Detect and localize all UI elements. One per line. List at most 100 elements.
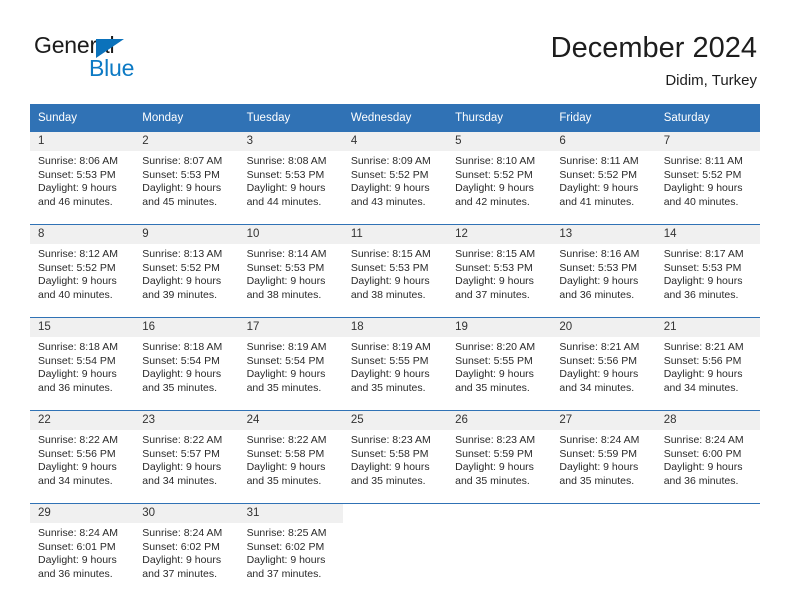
day-details: Sunrise: 8:22 AM Sunset: 5:56 PM Daylight:… [30, 430, 134, 488]
calendar-week-row: 22 Sunrise: 8:22 AM Sunset: 5:56 PM Dayligh… [30, 410, 760, 504]
daylight-text-line2: and 41 minutes. [559, 195, 635, 208]
daylight-text-line2: and 35 minutes. [455, 381, 530, 394]
calendar-day-cell[interactable]: 7 Sunrise: 8:11 AM Sunset: 5:52 PM Daylight… [655, 132, 760, 225]
calendar-day-cell[interactable]: 27 Sunrise: 8:24 AM Sunset: 5:59 PM Dayligh… [551, 410, 656, 504]
calendar-day-cell[interactable]: 23 Sunrise: 8:22 AM Sunset: 5:57 PM Dayligh… [134, 410, 239, 504]
calendar-day-cell[interactable]: 6 Sunrise: 8:11 AM Sunset: 5:52 PM Daylight… [551, 132, 656, 225]
calendar-day-cell[interactable]: 25 Sunrise: 8:23 AM Sunset: 5:58 PM Dayligh… [342, 410, 448, 504]
calendar-day-cell[interactable]: 11 Sunrise: 8:15 AM Sunset: 5:53 PM Dayligh… [342, 224, 448, 318]
calendar-day-cell[interactable]: 14 Sunrise: 8:17 AM Sunset: 5:53 PM Dayligh… [655, 224, 760, 318]
calendar-day-cell[interactable]: 19 Sunrise: 8:20 AM Sunset: 5:55 PM Dayligh… [447, 317, 552, 411]
sunset-text: Sunset: 5:59 PM [455, 447, 533, 460]
daylight-text-line1: Daylight: 9 hours [38, 182, 117, 195]
calendar-day-cell[interactable]: 18 Sunrise: 8:19 AM Sunset: 5:55 PM Dayligh… [342, 317, 448, 411]
sunrise-text: Sunrise: 8:24 AM [38, 527, 118, 539]
daylight-text-line1: Daylight: 9 hours [663, 461, 743, 474]
calendar-day-cell[interactable]: 20 Sunrise: 8:21 AM Sunset: 5:56 PM Dayligh… [551, 317, 656, 411]
calendar-day-cell[interactable]: 17 Sunrise: 8:19 AM Sunset: 5:54 PM Dayligh… [238, 317, 343, 411]
sunrise-text: Sunrise: 8:11 AM [559, 155, 639, 167]
day-number: 2 [134, 132, 239, 151]
day-number: 24 [238, 411, 343, 430]
day-number: 6 [551, 132, 656, 151]
daylight-text-line1: Daylight: 9 hours [455, 182, 534, 195]
weekday-header-friday: Friday [551, 104, 656, 132]
daylight-text-line2: and 35 minutes. [246, 381, 322, 394]
daylight-text-line1: Daylight: 9 hours [246, 368, 326, 381]
daylight-text-line1: Daylight: 9 hours [350, 275, 430, 288]
daylight-text-line2: and 35 minutes. [350, 474, 426, 487]
calendar-day-cell[interactable]: 4 Sunrise: 8:09 AM Sunset: 5:52 PM Daylight… [342, 132, 448, 225]
day-details: Sunrise: 8:11 AM Sunset: 5:52 PM Daylight:… [551, 151, 655, 209]
daylight-text-line1: Daylight: 9 hours [663, 182, 743, 195]
daylight-text-line2: and 42 minutes. [455, 195, 530, 208]
daylight-text-line1: Daylight: 9 hours [246, 275, 326, 288]
day-details: Sunrise: 8:24 AM Sunset: 5:59 PM Daylight:… [551, 430, 655, 488]
sunrise-text: Sunrise: 8:25 AM [246, 527, 327, 539]
weekday-header-thursday: Thursday [447, 104, 552, 132]
title-block: December 2024 Didim, Turkey [551, 30, 757, 91]
sunrise-text: Sunrise: 8:22 AM [142, 434, 223, 446]
calendar-day-cell[interactable]: 28 Sunrise: 8:24 AM Sunset: 6:00 PM Dayligh… [655, 410, 760, 504]
daylight-text-line2: and 34 minutes. [38, 474, 113, 487]
sunset-text: Sunset: 5:52 PM [455, 168, 533, 181]
calendar-day-cell[interactable]: 31 Sunrise: 8:25 AM Sunset: 6:02 PM Dayligh… [238, 503, 343, 596]
sunset-text: Sunset: 5:53 PM [246, 168, 325, 181]
calendar-day-cell[interactable]: 1 Sunrise: 8:06 AM Sunset: 5:53 PM Daylight… [30, 132, 135, 225]
day-details: Sunrise: 8:21 AM Sunset: 5:56 PM Daylight:… [551, 337, 655, 395]
calendar-day-cell[interactable]: 30 Sunrise: 8:24 AM Sunset: 6:02 PM Dayligh… [134, 503, 239, 596]
calendar-day-cell[interactable]: 15 Sunrise: 8:18 AM Sunset: 5:54 PM Dayligh… [30, 317, 135, 411]
day-number [342, 504, 448, 523]
sunrise-text: Sunrise: 8:22 AM [38, 434, 118, 446]
calendar-week-row: 1 Sunrise: 8:06 AM Sunset: 5:53 PM Daylight… [30, 132, 760, 225]
day-number: 8 [30, 225, 135, 244]
weekday-header-saturday: Saturday [655, 104, 760, 132]
daylight-text-line2: and 34 minutes. [559, 381, 635, 394]
calendar-day-cell[interactable]: 13 Sunrise: 8:16 AM Sunset: 5:53 PM Dayligh… [551, 224, 656, 318]
day-details: Sunrise: 8:19 AM Sunset: 5:55 PM Daylight:… [343, 337, 447, 395]
sunrise-text: Sunrise: 8:21 AM [663, 341, 744, 353]
calendar-day-cell[interactable]: 24 Sunrise: 8:22 AM Sunset: 5:58 PM Dayligh… [238, 410, 343, 504]
calendar-day-cell[interactable]: 5 Sunrise: 8:10 AM Sunset: 5:52 PM Daylight… [447, 132, 552, 225]
calendar-day-cell[interactable]: 12 Sunrise: 8:15 AM Sunset: 5:53 PM Dayligh… [447, 224, 552, 318]
sunrise-text: Sunrise: 8:13 AM [142, 248, 223, 260]
daylight-text-line1: Daylight: 9 hours [663, 368, 743, 381]
sunrise-text: Sunrise: 8:07 AM [142, 155, 223, 167]
sunrise-text: Sunrise: 8:24 AM [663, 434, 744, 446]
day-number: 30 [134, 504, 239, 523]
calendar-day-cell[interactable]: 10 Sunrise: 8:14 AM Sunset: 5:53 PM Dayligh… [238, 224, 343, 318]
calendar-day-cell[interactable]: 29 Sunrise: 8:24 AM Sunset: 6:01 PM Dayligh… [30, 503, 135, 596]
day-number: 17 [238, 318, 343, 337]
day-details: Sunrise: 8:15 AM Sunset: 5:53 PM Daylight:… [343, 244, 447, 302]
calendar-day-cell[interactable]: 26 Sunrise: 8:23 AM Sunset: 5:59 PM Dayligh… [447, 410, 552, 504]
sunset-text: Sunset: 5:54 PM [142, 354, 220, 367]
daylight-text-line2: and 35 minutes. [350, 381, 426, 394]
calendar-day-cell[interactable]: 2 Sunrise: 8:07 AM Sunset: 5:53 PM Daylight… [134, 132, 239, 225]
daylight-text-line1: Daylight: 9 hours [350, 182, 430, 195]
day-details: Sunrise: 8:23 AM Sunset: 5:59 PM Daylight:… [447, 430, 551, 488]
daylight-text-line1: Daylight: 9 hours [559, 275, 639, 288]
calendar-day-cell[interactable]: 9 Sunrise: 8:13 AM Sunset: 5:52 PM Daylight… [134, 224, 239, 318]
sunrise-text: Sunrise: 8:19 AM [350, 341, 431, 353]
calendar-day-cell[interactable]: 3 Sunrise: 8:08 AM Sunset: 5:53 PM Daylight… [238, 132, 343, 225]
day-number: 15 [30, 318, 135, 337]
day-details: Sunrise: 8:24 AM Sunset: 6:02 PM Daylight:… [134, 523, 238, 581]
day-number: 27 [551, 411, 656, 430]
calendar-day-cell[interactable]: 21 Sunrise: 8:21 AM Sunset: 5:56 PM Dayligh… [655, 317, 760, 411]
calendar-day-cell[interactable]: 22 Sunrise: 8:22 AM Sunset: 5:56 PM Dayligh… [30, 410, 135, 504]
daylight-text-line2: and 44 minutes. [246, 195, 322, 208]
calendar-day-cell[interactable]: 16 Sunrise: 8:18 AM Sunset: 5:54 PM Dayligh… [134, 317, 239, 411]
day-number: 3 [238, 132, 343, 151]
day-number: 7 [655, 132, 760, 151]
brand-logo[interactable]: General Blue [34, 33, 244, 85]
calendar-day-cell[interactable]: 8 Sunrise: 8:12 AM Sunset: 5:52 PM Daylight… [30, 224, 135, 318]
day-details: Sunrise: 8:21 AM Sunset: 5:56 PM Daylight:… [656, 337, 760, 395]
calendar-body: 1 Sunrise: 8:06 AM Sunset: 5:53 PM Daylight… [30, 132, 760, 596]
day-details: Sunrise: 8:15 AM Sunset: 5:53 PM Daylight:… [447, 244, 551, 302]
sunset-text: Sunset: 5:55 PM [350, 354, 429, 367]
daylight-text-line1: Daylight: 9 hours [246, 182, 326, 195]
daylight-text-line1: Daylight: 9 hours [246, 554, 326, 567]
sunset-text: Sunset: 5:58 PM [246, 447, 325, 460]
day-details: Sunrise: 8:22 AM Sunset: 5:57 PM Daylight:… [134, 430, 238, 488]
brand-name-blue: Blue [89, 55, 135, 81]
sunrise-text: Sunrise: 8:12 AM [38, 248, 118, 260]
